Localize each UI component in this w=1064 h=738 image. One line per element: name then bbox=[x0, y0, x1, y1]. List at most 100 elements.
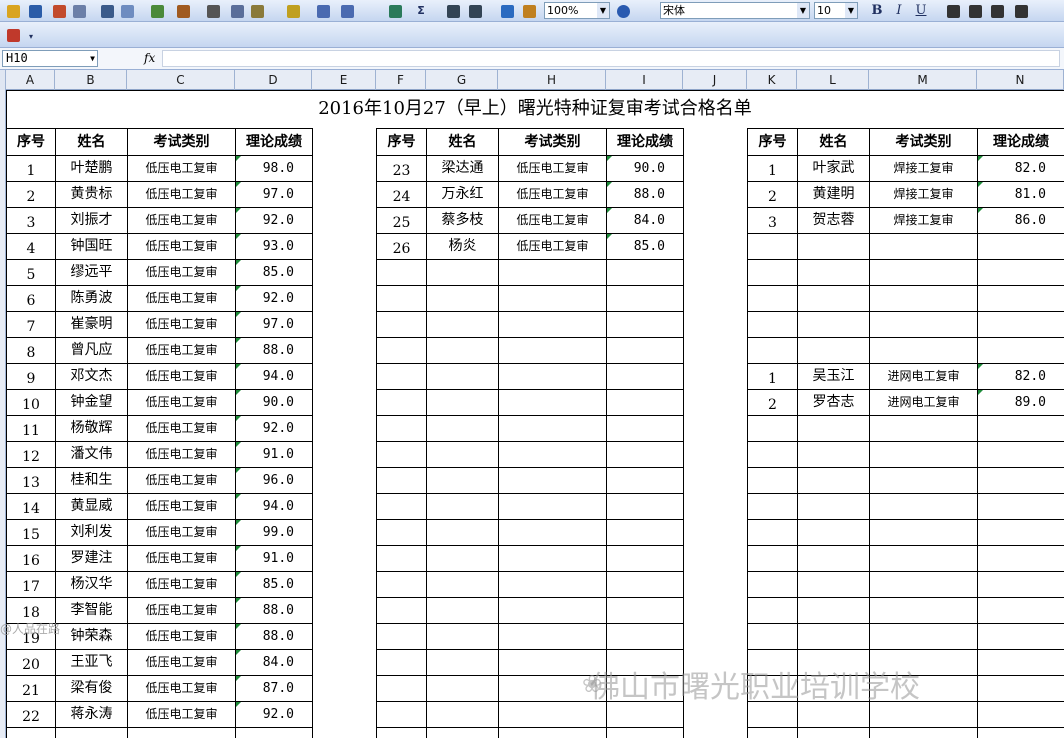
name-cell[interactable]: 罗建注 bbox=[56, 546, 127, 571]
name-cell[interactable]: 贺志蓉 bbox=[798, 208, 869, 233]
permission-icon[interactable] bbox=[50, 2, 68, 20]
name-cell[interactable]: 蒋永涛 bbox=[56, 702, 127, 727]
column-title-score[interactable]: 理论成绩 bbox=[607, 129, 683, 155]
column-header-f[interactable]: F bbox=[376, 70, 426, 90]
column-header-h[interactable]: H bbox=[498, 70, 606, 90]
score-cell[interactable]: 85.0 bbox=[236, 260, 312, 285]
seq-cell[interactable]: 12 bbox=[7, 445, 55, 470]
paste-icon[interactable] bbox=[248, 2, 266, 20]
name-cell[interactable]: 叶楚鹏 bbox=[56, 156, 127, 181]
column-header-c[interactable]: C bbox=[127, 70, 235, 90]
name-cell[interactable]: 吴玉江 bbox=[798, 364, 869, 389]
exam-type-cell[interactable]: 低压电工复审 bbox=[128, 676, 235, 701]
score-cell[interactable]: 82.0 bbox=[978, 364, 1064, 389]
column-header-b[interactable]: B bbox=[55, 70, 127, 90]
column-title-type[interactable]: 考试类别 bbox=[128, 129, 235, 155]
help-icon[interactable] bbox=[614, 2, 632, 20]
spelling-icon[interactable] bbox=[148, 2, 166, 20]
font-size-select[interactable]: 10 ▼ bbox=[814, 2, 858, 19]
score-cell[interactable]: 91.0 bbox=[236, 442, 312, 467]
align-center-icon[interactable] bbox=[966, 2, 984, 20]
seq-cell[interactable]: 6 bbox=[7, 289, 55, 314]
seq-cell[interactable]: 3 bbox=[748, 211, 797, 236]
seq-cell[interactable]: 3 bbox=[7, 211, 55, 236]
save-icon[interactable] bbox=[26, 2, 44, 20]
name-cell[interactable]: 梁有俊 bbox=[56, 676, 127, 701]
size-dropdown-icon[interactable]: ▼ bbox=[845, 3, 857, 18]
acrobat-pdf-icon[interactable] bbox=[4, 26, 22, 44]
exam-type-cell[interactable]: 低压电工复审 bbox=[128, 598, 235, 623]
name-cell[interactable]: 邓文杰 bbox=[56, 364, 127, 389]
column-header-e[interactable]: E bbox=[312, 70, 376, 90]
score-cell[interactable]: 87.0 bbox=[236, 676, 312, 701]
exam-type-cell[interactable]: 低压电工复审 bbox=[128, 364, 235, 389]
seq-cell[interactable]: 17 bbox=[7, 575, 55, 600]
exam-type-cell[interactable]: 焊接工复审 bbox=[870, 156, 977, 181]
score-cell[interactable]: 97.0 bbox=[236, 312, 312, 337]
exam-type-cell[interactable]: 低压电工复审 bbox=[128, 260, 235, 285]
exam-type-cell[interactable]: 进网电工复审 bbox=[870, 390, 977, 415]
seq-cell[interactable]: 24 bbox=[377, 185, 426, 210]
exam-type-cell[interactable]: 低压电工复审 bbox=[128, 468, 235, 493]
exam-type-cell[interactable]: 低压电工复审 bbox=[128, 702, 235, 727]
score-cell[interactable]: 89.0 bbox=[978, 390, 1064, 415]
worksheet[interactable]: 2016年10月27（早上）曙光特种证复审考试合格名单 序号 姓名 考试类别 理论成绩… bbox=[0, 90, 1064, 738]
column-title-name[interactable]: 姓名 bbox=[798, 129, 869, 155]
align-right-icon[interactable] bbox=[988, 2, 1006, 20]
exam-type-cell[interactable]: 低压电工复审 bbox=[128, 624, 235, 649]
chart-wizard-icon[interactable] bbox=[498, 2, 516, 20]
column-title-seq[interactable]: 序号 bbox=[7, 129, 55, 155]
merge-center-icon[interactable] bbox=[1012, 2, 1030, 20]
seq-cell[interactable]: 1 bbox=[748, 367, 797, 392]
column-header-g[interactable]: G bbox=[426, 70, 498, 90]
score-cell[interactable]: 98.0 bbox=[236, 156, 312, 181]
align-left-icon[interactable] bbox=[944, 2, 962, 20]
score-cell[interactable]: 84.0 bbox=[236, 650, 312, 675]
score-cell[interactable]: 81.0 bbox=[978, 182, 1064, 207]
italic-button[interactable]: I bbox=[890, 2, 908, 20]
column-title-score[interactable]: 理论成绩 bbox=[978, 129, 1064, 155]
column-header-n[interactable]: N bbox=[977, 70, 1064, 90]
font-name-select[interactable]: 宋体 ▼ bbox=[660, 2, 810, 19]
score-cell[interactable]: 92.0 bbox=[236, 286, 312, 311]
column-title-type[interactable]: 考试类别 bbox=[499, 129, 606, 155]
column-title-seq[interactable]: 序号 bbox=[377, 129, 426, 155]
seq-cell[interactable]: 2 bbox=[748, 185, 797, 210]
score-cell[interactable]: 99.0 bbox=[236, 520, 312, 545]
score-cell[interactable]: 91.0 bbox=[236, 546, 312, 571]
research-icon[interactable] bbox=[174, 2, 192, 20]
seq-cell[interactable]: 2 bbox=[7, 185, 55, 210]
name-cell[interactable]: 钟金望 bbox=[56, 390, 127, 415]
autosum-icon[interactable]: Σ bbox=[412, 2, 430, 20]
exam-type-cell[interactable]: 低压电工复审 bbox=[128, 416, 235, 441]
zoom-dropdown-icon[interactable]: ▼ bbox=[597, 3, 609, 18]
exam-type-cell[interactable]: 低压电工复审 bbox=[128, 338, 235, 363]
name-cell[interactable]: 黄建明 bbox=[798, 182, 869, 207]
seq-cell[interactable]: 26 bbox=[377, 237, 426, 262]
copy-icon[interactable] bbox=[228, 2, 246, 20]
name-cell[interactable]: 陈勇波 bbox=[56, 286, 127, 311]
underline-button[interactable]: U bbox=[912, 2, 930, 20]
score-cell[interactable]: 84.0 bbox=[607, 208, 683, 233]
seq-cell[interactable]: 8 bbox=[7, 341, 55, 366]
seq-cell[interactable]: 25 bbox=[377, 211, 426, 236]
preview-icon[interactable] bbox=[118, 2, 136, 20]
name-cell[interactable]: 罗杏志 bbox=[798, 390, 869, 415]
score-cell[interactable]: 88.0 bbox=[236, 598, 312, 623]
function-icon[interactable]: fx bbox=[144, 51, 155, 65]
seq-cell[interactable]: 22 bbox=[7, 705, 55, 730]
score-cell[interactable]: 97.0 bbox=[236, 182, 312, 207]
seq-cell[interactable]: 13 bbox=[7, 471, 55, 496]
format-painter-icon[interactable] bbox=[284, 2, 302, 20]
open-icon[interactable] bbox=[4, 2, 22, 20]
seq-cell[interactable]: 2 bbox=[748, 393, 797, 418]
toolbar-options-icon[interactable]: ▾ bbox=[26, 28, 36, 46]
score-cell[interactable]: 90.0 bbox=[236, 390, 312, 415]
seq-cell[interactable]: 7 bbox=[7, 315, 55, 340]
name-cell[interactable]: 崔豪明 bbox=[56, 312, 127, 337]
score-cell[interactable]: 96.0 bbox=[236, 468, 312, 493]
name-cell[interactable]: 刘利发 bbox=[56, 520, 127, 545]
name-box[interactable]: H10 ▼ bbox=[2, 50, 98, 67]
score-cell[interactable]: 94.0 bbox=[236, 364, 312, 389]
exam-type-cell[interactable]: 焊接工复审 bbox=[870, 182, 977, 207]
